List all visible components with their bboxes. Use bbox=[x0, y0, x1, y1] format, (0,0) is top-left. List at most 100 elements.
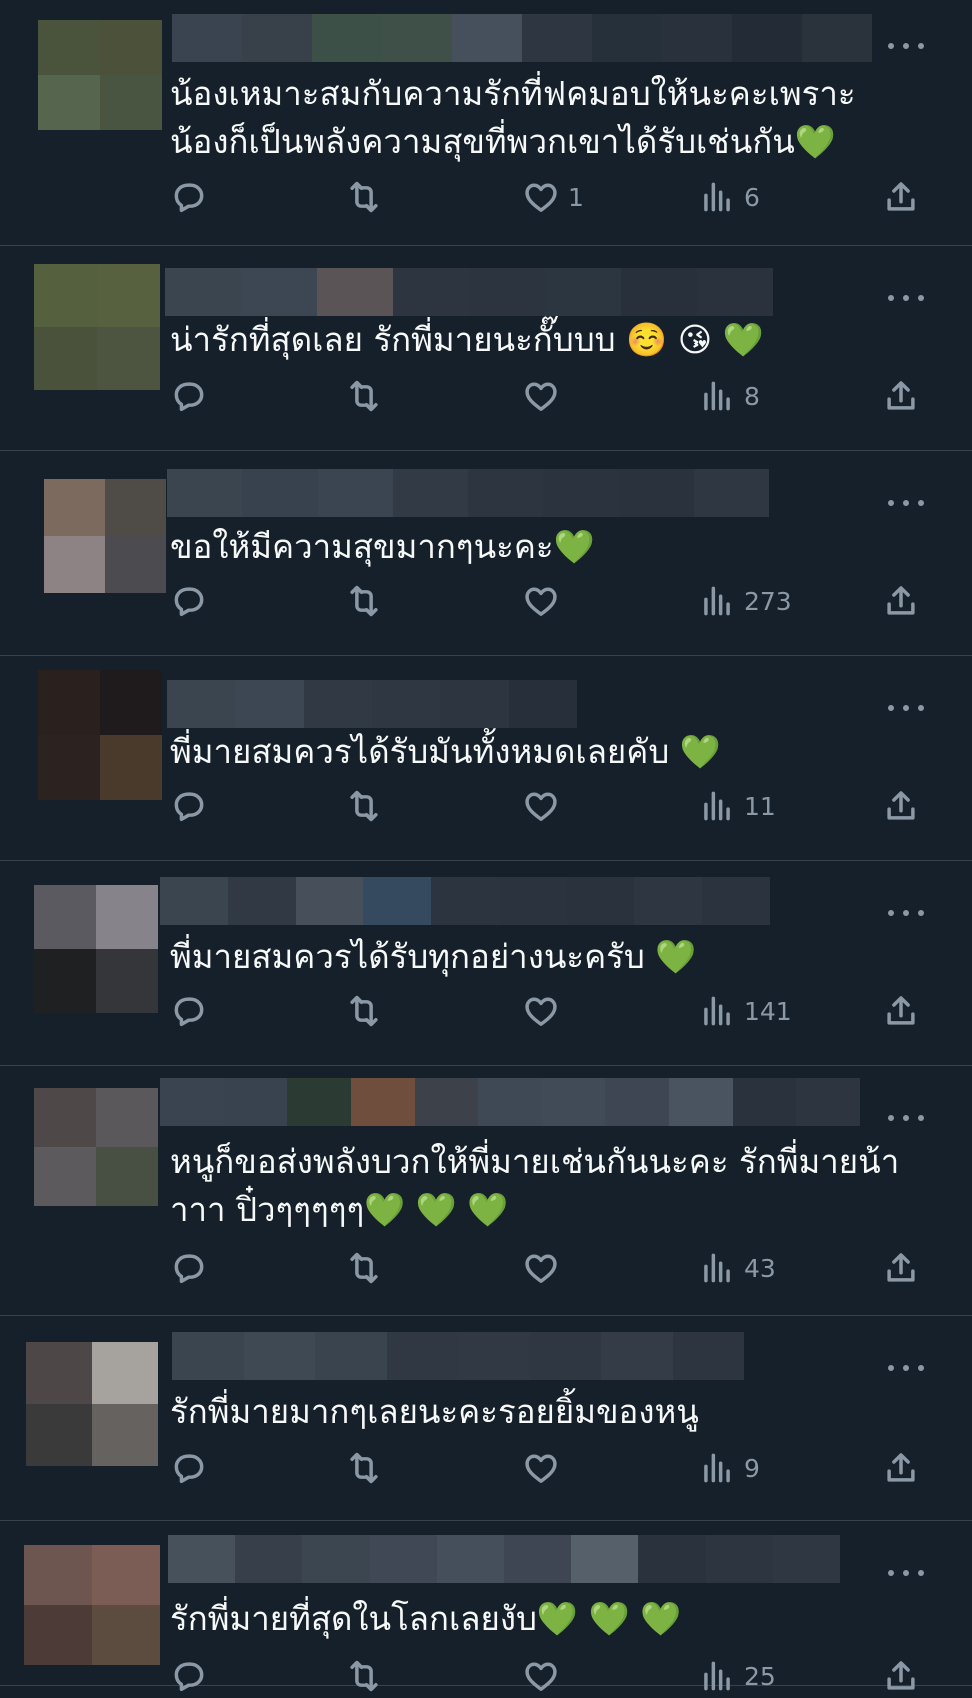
retweet-arrows-icon bbox=[345, 377, 383, 415]
heart-icon bbox=[522, 178, 560, 216]
retweet-arrows-icon bbox=[345, 992, 383, 1030]
reply-button[interactable] bbox=[170, 579, 208, 623]
like-button[interactable] bbox=[522, 784, 568, 828]
share-button[interactable] bbox=[882, 1654, 920, 1698]
reply-button[interactable] bbox=[170, 1654, 208, 1698]
retweet-arrows-icon bbox=[345, 582, 383, 620]
share-button[interactable] bbox=[882, 1446, 920, 1490]
like-button[interactable]: 1 bbox=[522, 175, 584, 219]
action-bar: 8 bbox=[170, 374, 930, 418]
heart-icon bbox=[522, 377, 560, 415]
action-bar: 11 bbox=[170, 784, 930, 828]
like-button[interactable] bbox=[522, 1446, 568, 1490]
reply-card[interactable]: ขอให้มีความสุขมากๆนะคะ💚 273 bbox=[0, 451, 972, 656]
username-redacted[interactable] bbox=[168, 1535, 840, 1583]
retweet-button[interactable] bbox=[345, 1446, 383, 1490]
views-button[interactable]: 6 bbox=[698, 175, 760, 219]
retweet-button[interactable] bbox=[345, 989, 383, 1033]
bar-chart-icon bbox=[698, 377, 736, 415]
retweet-arrows-icon bbox=[345, 178, 383, 216]
like-button[interactable] bbox=[522, 989, 568, 1033]
more-options-icon[interactable] bbox=[888, 1358, 924, 1378]
comment-bubble-icon bbox=[170, 377, 208, 415]
username-redacted[interactable] bbox=[167, 469, 769, 517]
avatar[interactable] bbox=[34, 1088, 158, 1206]
avatar[interactable] bbox=[38, 20, 162, 130]
username-redacted[interactable] bbox=[167, 680, 577, 728]
username-redacted[interactable] bbox=[165, 268, 773, 316]
view-count: 9 bbox=[744, 1453, 760, 1483]
avatar[interactable] bbox=[24, 1545, 160, 1665]
retweet-button[interactable] bbox=[345, 1654, 383, 1698]
comment-bubble-icon bbox=[170, 992, 208, 1030]
username-redacted[interactable] bbox=[160, 877, 770, 925]
reply-button[interactable] bbox=[170, 1446, 208, 1490]
more-options-icon[interactable] bbox=[888, 903, 924, 923]
action-bar: 16 bbox=[170, 175, 930, 219]
like-button[interactable] bbox=[522, 1654, 568, 1698]
share-upload-icon bbox=[882, 582, 920, 620]
avatar[interactable] bbox=[38, 670, 162, 800]
like-button[interactable] bbox=[522, 1246, 568, 1290]
like-button[interactable] bbox=[522, 374, 568, 418]
reply-button[interactable] bbox=[170, 374, 208, 418]
more-options-icon[interactable] bbox=[888, 493, 924, 513]
view-count: 25 bbox=[744, 1661, 776, 1691]
reply-button[interactable] bbox=[170, 175, 208, 219]
reply-card[interactable]: รักพี่มายที่สุดในโลกเลยงับ💚 💚 💚 25 bbox=[0, 1521, 972, 1692]
share-upload-icon bbox=[882, 1657, 920, 1695]
retweet-button[interactable] bbox=[345, 1246, 383, 1290]
reply-card[interactable]: น้องเหมาะสมกับความรักที่ฟคมอบให้นะคะเพรา… bbox=[0, 0, 972, 246]
reply-text: พี่มายสมควรได้รับมันทั้งหมดเลยคับ 💚 bbox=[170, 732, 721, 771]
retweet-button[interactable] bbox=[345, 374, 383, 418]
avatar[interactable] bbox=[34, 264, 160, 390]
username-redacted[interactable] bbox=[160, 1078, 860, 1126]
view-count: 43 bbox=[744, 1253, 776, 1283]
avatar[interactable] bbox=[34, 885, 158, 1013]
retweet-button[interactable] bbox=[345, 784, 383, 828]
share-button[interactable] bbox=[882, 1246, 920, 1290]
heart-icon bbox=[522, 1249, 560, 1287]
more-options-icon[interactable] bbox=[888, 36, 924, 56]
heart-icon bbox=[522, 992, 560, 1030]
reply-card[interactable]: พี่มายสมควรได้รับทุกอย่างนะครับ 💚 141 bbox=[0, 861, 972, 1066]
share-upload-icon bbox=[882, 377, 920, 415]
action-bar: 141 bbox=[170, 989, 930, 1033]
views-button[interactable]: 9 bbox=[698, 1446, 760, 1490]
reply-button[interactable] bbox=[170, 1246, 208, 1290]
comment-bubble-icon bbox=[170, 178, 208, 216]
reply-card[interactable]: รักพี่มายมากๆเลยนะคะรอยยิ้มของหนู 9 bbox=[0, 1316, 972, 1521]
views-button[interactable]: 25 bbox=[698, 1654, 776, 1698]
views-button[interactable]: 8 bbox=[698, 374, 760, 418]
views-button[interactable]: 11 bbox=[698, 784, 776, 828]
reply-card[interactable]: หนูก็ขอส่งพลังบวกให้พี่มายเช่นกันนะคะ รั… bbox=[0, 1066, 972, 1316]
reply-card[interactable]: พี่มายสมควรได้รับมันทั้งหมดเลยคับ 💚 11 bbox=[0, 656, 972, 861]
retweet-button[interactable] bbox=[345, 579, 383, 623]
bar-chart-icon bbox=[698, 787, 736, 825]
share-upload-icon bbox=[882, 992, 920, 1030]
more-options-icon[interactable] bbox=[888, 1108, 924, 1128]
views-button[interactable]: 273 bbox=[698, 579, 792, 623]
reply-button[interactable] bbox=[170, 784, 208, 828]
retweet-button[interactable] bbox=[345, 175, 383, 219]
reply-button[interactable] bbox=[170, 989, 208, 1033]
more-options-icon[interactable] bbox=[888, 1563, 924, 1583]
avatar[interactable] bbox=[44, 479, 166, 593]
username-redacted[interactable] bbox=[172, 1332, 744, 1380]
share-button[interactable] bbox=[882, 579, 920, 623]
reply-text: รักพี่มายที่สุดในโลกเลยงับ💚 💚 💚 bbox=[170, 1599, 682, 1638]
comment-bubble-icon bbox=[170, 1249, 208, 1287]
heart-icon bbox=[522, 1657, 560, 1695]
share-button[interactable] bbox=[882, 374, 920, 418]
share-button[interactable] bbox=[882, 784, 920, 828]
reply-card[interactable]: น่ารักที่สุดเลย รักพี่มายนะกั๊บบบ ☺️ 😘 💚… bbox=[0, 246, 972, 451]
username-redacted[interactable] bbox=[172, 14, 872, 62]
more-options-icon[interactable] bbox=[888, 288, 924, 308]
avatar[interactable] bbox=[26, 1342, 158, 1466]
views-button[interactable]: 43 bbox=[698, 1246, 776, 1290]
share-button[interactable] bbox=[882, 989, 920, 1033]
more-options-icon[interactable] bbox=[888, 698, 924, 718]
like-button[interactable] bbox=[522, 579, 568, 623]
share-button[interactable] bbox=[882, 175, 920, 219]
views-button[interactable]: 141 bbox=[698, 989, 792, 1033]
